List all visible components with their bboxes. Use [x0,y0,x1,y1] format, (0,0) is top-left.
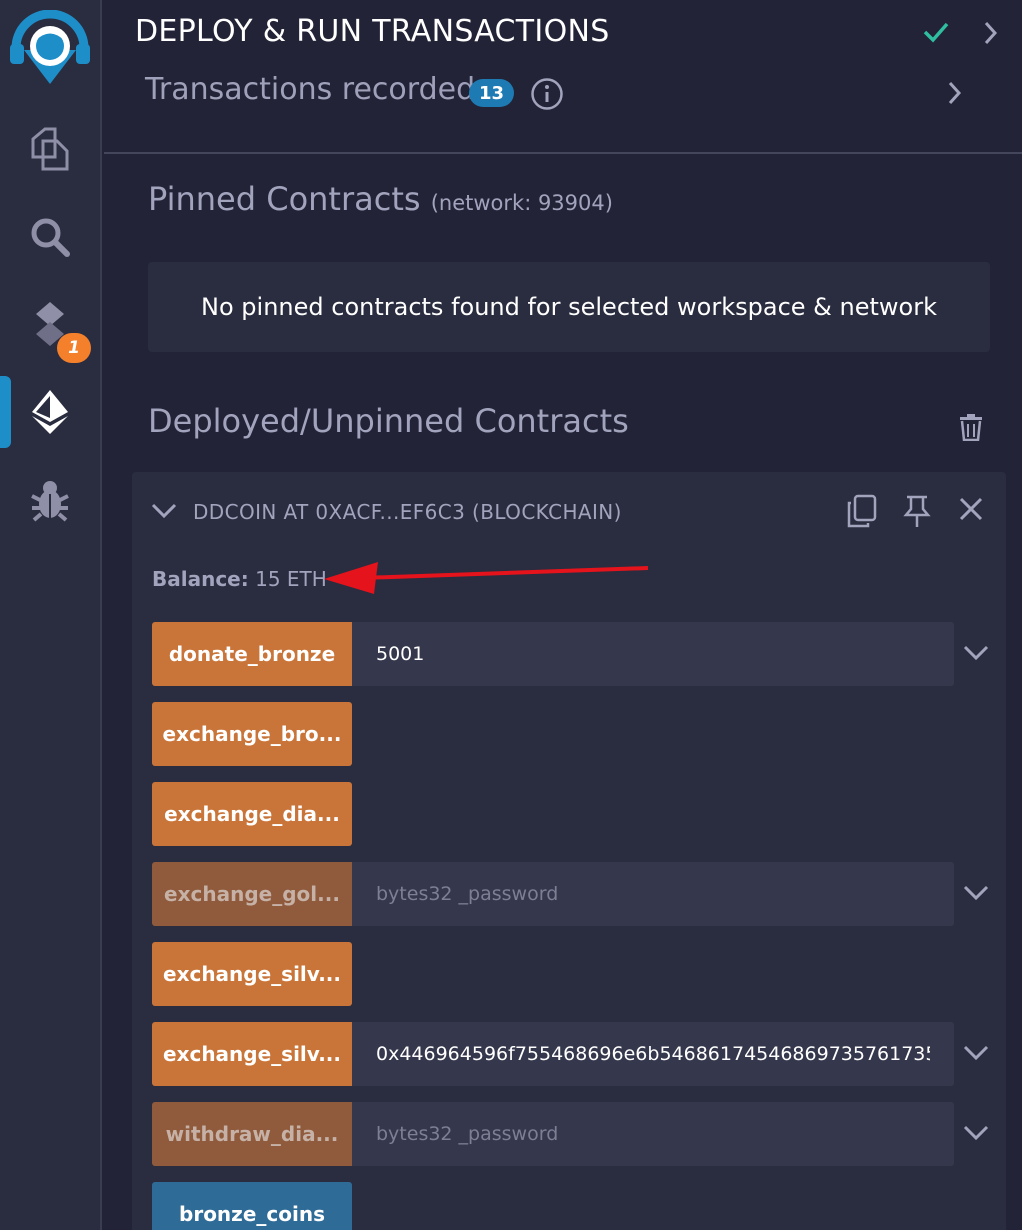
pin-icon[interactable] [903,494,931,532]
transactions-chevron-right-icon[interactable] [944,80,964,110]
pinned-empty-message: No pinned contracts found for selected w… [148,262,990,352]
chevron-down-icon[interactable] [962,882,990,906]
balance-row: Balance: 15 ETH [152,567,327,591]
balance-value: 15 ETH [255,567,327,591]
panel-title: DEPLOY & RUN TRANSACTIONS [135,14,610,49]
exchange-silver-input[interactable] [352,1022,954,1086]
deploy-run-panel: DEPLOY & RUN TRANSACTIONS Transactions r… [104,0,1022,1230]
close-icon[interactable] [958,496,984,526]
withdraw-diamond-input[interactable] [352,1102,954,1166]
chevron-down-icon[interactable] [150,500,178,524]
pinned-contracts-label: Pinned Contracts [148,180,421,218]
exchange-diamond-button[interactable]: exchange_dia... [152,782,352,846]
transactions-count-badge: 13 [469,79,514,107]
chevron-down-icon[interactable] [962,642,990,666]
exchange-gold-button[interactable]: exchange_gol... [152,862,352,926]
exchange-bronze-button[interactable]: exchange_bro... [152,702,352,766]
contract-instance: DDCOIN AT 0XACF...EF6C3 (BLOCKCHAIN) Bal… [132,472,1006,1230]
icon-rail: 1 [0,0,102,1230]
contract-instance-title[interactable]: DDCOIN AT 0XACF...EF6C3 (BLOCKCHAIN) [193,500,622,524]
donate-bronze-button[interactable]: donate_bronze [152,622,352,686]
deploy-run-icon[interactable] [0,388,100,436]
pinned-network-label: (network: 93904) [430,191,613,215]
bronze-coins-button[interactable]: bronze_coins [152,1182,352,1230]
info-icon[interactable] [530,77,564,115]
pinned-contracts-title: Pinned Contracts (network: 93904) [148,180,613,218]
exchange-silver-button[interactable]: exchange_silv... [152,942,352,1006]
withdraw-diamond-button[interactable]: withdraw_dia... [152,1102,352,1166]
search-icon[interactable] [0,216,100,258]
exchange-gold-input[interactable] [352,862,954,926]
header-divider [104,152,1022,154]
check-icon [922,20,950,48]
remix-logo-icon[interactable] [0,10,100,88]
chevron-down-icon[interactable] [962,1122,990,1146]
file-explorer-icon[interactable] [0,127,100,171]
chevron-down-icon[interactable] [962,1042,990,1066]
copy-icon[interactable] [846,494,878,532]
compiler-badge: 1 [57,333,91,363]
deployed-contracts-title: Deployed/Unpinned Contracts [148,402,629,440]
donate-bronze-input[interactable] [352,622,954,686]
debugger-icon[interactable] [0,478,100,522]
panel-chevron-right-icon[interactable] [980,20,1000,50]
exchange-silver-param-button[interactable]: exchange_silv... [152,1022,352,1086]
trash-icon[interactable] [959,413,983,445]
annotation-arrow-icon [322,556,656,600]
balance-label: Balance: [152,567,249,591]
transactions-recorded-label[interactable]: Transactions recorded [145,72,475,107]
